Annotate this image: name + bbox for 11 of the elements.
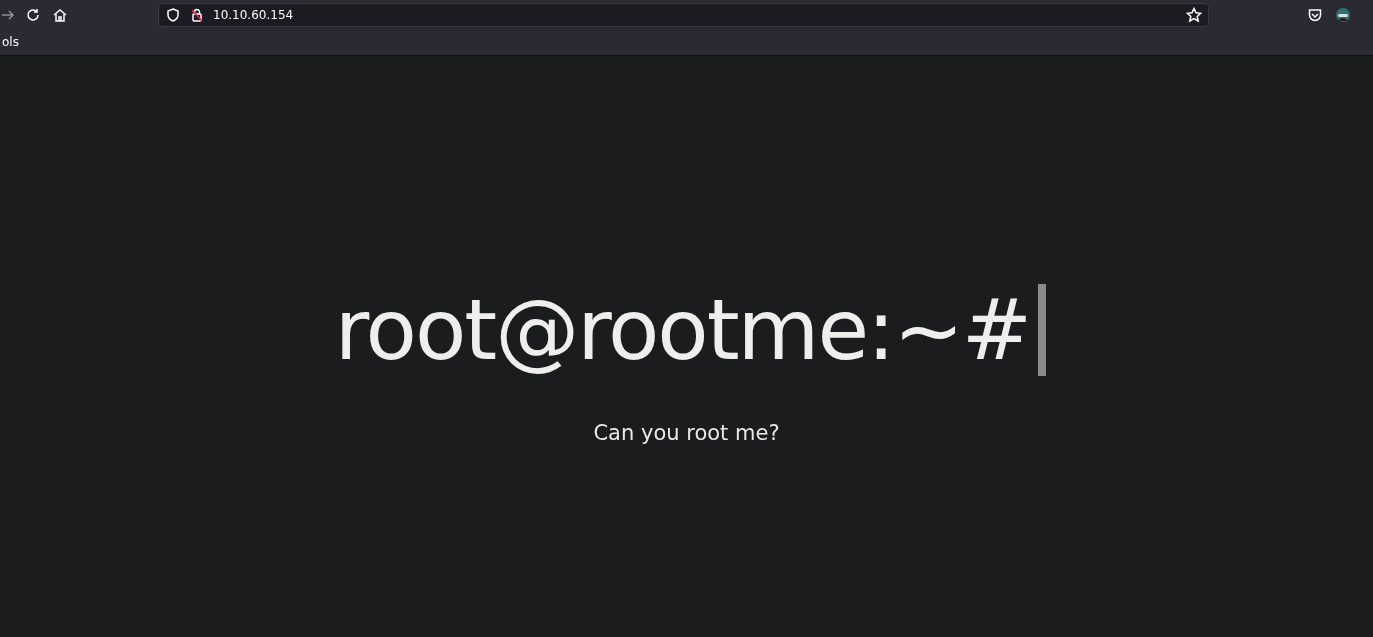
subtitle: Can you root me? [593,421,780,445]
pocket-icon[interactable] [1307,6,1323,23]
address-bar[interactable]: 10.10.60.154 [158,2,1209,27]
home-icon[interactable] [52,6,68,23]
terminal-heading: root@rootme:~# [334,288,1031,372]
profile-avatar-icon[interactable] [1335,6,1351,23]
reload-icon[interactable] [25,6,41,23]
bookmark-item[interactable]: ols [2,35,19,49]
insecure-lock-icon[interactable] [189,6,205,23]
shield-icon[interactable] [165,6,181,23]
star-icon[interactable] [1186,6,1202,23]
